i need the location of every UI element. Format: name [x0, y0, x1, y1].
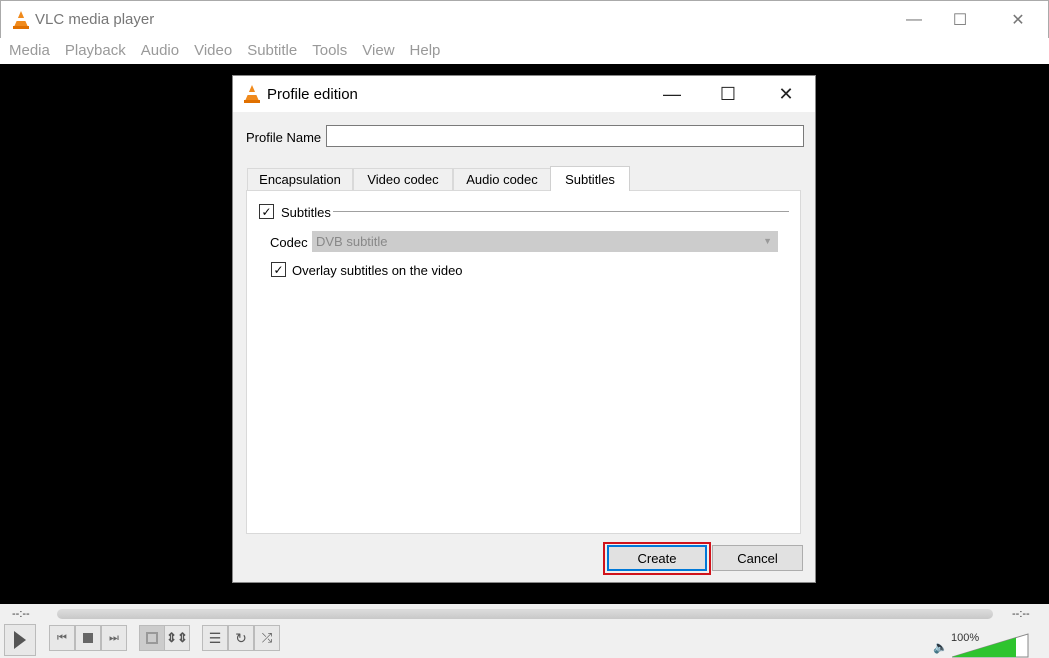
shuffle-icon: ⤮: [261, 630, 273, 645]
dialog-minimize-button[interactable]: —: [649, 79, 695, 109]
window-title: VLC media player: [35, 11, 155, 28]
dialog-close-button[interactable]: ✕: [763, 79, 809, 109]
fullscreen-button[interactable]: [139, 625, 165, 651]
next-button[interactable]: ⏭: [101, 625, 127, 651]
seek-slider[interactable]: [57, 609, 993, 619]
play-button[interactable]: [4, 624, 36, 656]
vlc-cone-icon: [244, 85, 260, 103]
menu-tools[interactable]: Tools: [312, 38, 347, 64]
subtitles-panel: ✓ Subtitles Codec DVB subtitle ▼ ✓ Overla…: [246, 190, 801, 534]
create-button[interactable]: Create: [607, 545, 707, 571]
stop-button[interactable]: [75, 625, 101, 651]
menu-playback[interactable]: Playback: [65, 38, 126, 64]
next-icon: ⏭: [109, 631, 119, 644]
codec-label: Codec: [270, 235, 308, 250]
controls-bar: --:-- --:-- ⏮ ⏭ ⇕⇕ ☰ ↻ ⤮ 🔈 100%: [0, 604, 1049, 658]
cancel-button[interactable]: Cancel: [712, 545, 803, 571]
playlist-button[interactable]: ☰: [202, 625, 228, 651]
close-button[interactable]: ✕: [995, 5, 1041, 35]
shuffle-button[interactable]: ⤮: [254, 625, 280, 651]
remaining-time: --:--: [1012, 608, 1030, 620]
menu-subtitle[interactable]: Subtitle: [247, 38, 297, 64]
menu-view[interactable]: View: [362, 38, 394, 64]
loop-button[interactable]: ↻: [228, 625, 254, 651]
menu-media[interactable]: Media: [9, 38, 50, 64]
play-icon: [14, 631, 26, 649]
tab-audio-codec[interactable]: Audio codec: [453, 168, 551, 190]
previous-button[interactable]: ⏮: [49, 625, 75, 651]
fullscreen-icon: [146, 632, 158, 644]
overlay-label: Overlay subtitles on the video: [292, 263, 463, 278]
vlc-cone-icon: [13, 11, 29, 29]
group-divider: [333, 211, 789, 212]
minimize-button[interactable]: —: [891, 5, 937, 35]
subtitles-checkbox[interactable]: ✓: [259, 204, 274, 219]
overlay-checkbox[interactable]: ✓: [271, 262, 286, 277]
menu-help[interactable]: Help: [410, 38, 441, 64]
tab-video-codec[interactable]: Video codec: [353, 168, 453, 190]
checkmark-icon: ✓: [261, 204, 272, 219]
profile-name-input[interactable]: [326, 125, 804, 147]
profile-name-label: Profile Name: [246, 130, 322, 145]
dialog-title-bar: Profile edition — ☐ ✕: [233, 76, 815, 112]
previous-icon: ⏮: [57, 631, 67, 644]
tab-subtitles[interactable]: Subtitles: [550, 166, 630, 191]
elapsed-time: --:--: [12, 608, 30, 620]
dialog-maximize-button[interactable]: ☐: [705, 79, 751, 109]
subtitles-group-label: Subtitles: [281, 205, 331, 220]
extended-settings-button[interactable]: ⇕⇕: [164, 625, 190, 651]
maximize-button[interactable]: ☐: [937, 5, 983, 35]
menu-bar: Media Playback Audio Video Subtitle Tool…: [0, 38, 1049, 64]
equalizer-icon: ⇕⇕: [166, 630, 188, 645]
menu-video[interactable]: Video: [194, 38, 232, 64]
playlist-icon: ☰: [208, 629, 222, 646]
menu-audio[interactable]: Audio: [141, 38, 179, 64]
checkmark-icon: ✓: [273, 262, 284, 277]
loop-icon: ↻: [235, 629, 247, 646]
codec-select[interactable]: DVB subtitle ▼: [312, 231, 778, 252]
speaker-icon[interactable]: 🔈: [933, 640, 948, 654]
title-bar: VLC media player — ☐ ✕: [0, 0, 1049, 38]
dialog-title: Profile edition: [267, 86, 358, 103]
chevron-down-icon: ▼: [763, 236, 772, 246]
stop-icon: [83, 633, 93, 643]
profile-edition-dialog: Profile edition — ☐ ✕ Profile Name Encap…: [232, 75, 816, 583]
volume-slider[interactable]: [952, 633, 1030, 658]
tab-encapsulation[interactable]: Encapsulation: [247, 168, 353, 190]
codec-value: DVB subtitle: [316, 234, 388, 249]
